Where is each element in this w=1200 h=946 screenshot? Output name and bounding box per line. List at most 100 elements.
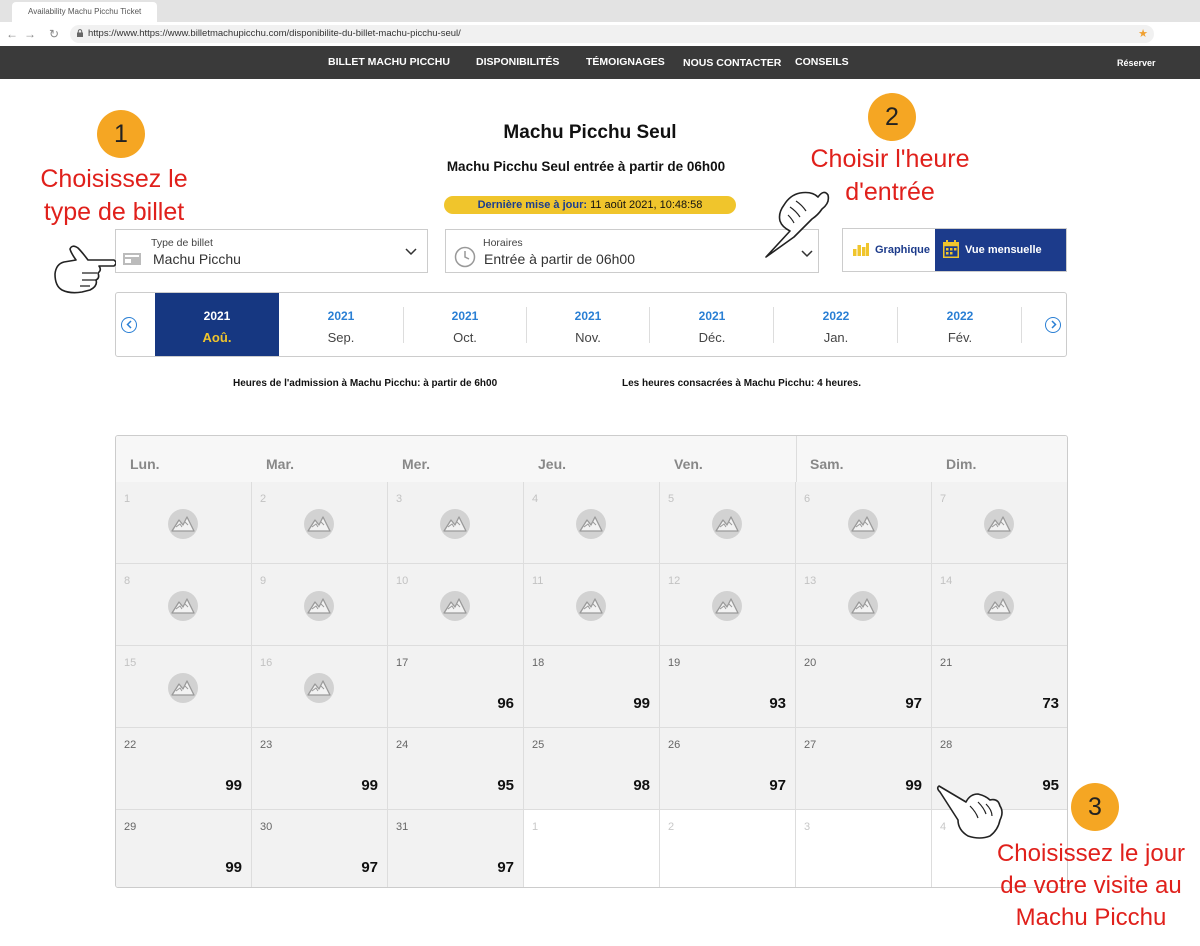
- day-number: 18: [532, 657, 545, 669]
- calendar-day-available[interactable]: 29 99: [116, 810, 252, 887]
- available-tickets-count: 95: [497, 777, 514, 794]
- calendar-day-available[interactable]: 24 95: [388, 728, 524, 810]
- nav-nous-contacter[interactable]: NOUS CONTACTER: [683, 57, 781, 69]
- calendar-day-available[interactable]: 26 97: [660, 728, 796, 810]
- month-year: 2021: [203, 309, 231, 323]
- mountain-icon: [440, 591, 470, 621]
- previous-month-button[interactable]: [121, 317, 137, 333]
- nav-temoignages[interactable]: TÉMOIGNAGES: [586, 56, 665, 68]
- month-tab-2021-nov[interactable]: 2021 Nov.: [526, 293, 650, 356]
- month-tab-2022-fev[interactable]: 2022 Fév.: [898, 293, 1022, 356]
- available-tickets-count: 99: [361, 777, 378, 794]
- calendar-day-outside-month: 1: [524, 810, 660, 887]
- day-number: 13: [804, 575, 817, 587]
- day-number: 29: [124, 821, 137, 833]
- bookmark-star-icon[interactable]: ★: [1138, 25, 1148, 43]
- mountain-icon: [304, 591, 334, 621]
- day-number: 26: [668, 739, 681, 751]
- calendar-day-available[interactable]: 27 99: [796, 728, 932, 810]
- calendar-day-outside-month: 3: [796, 810, 932, 887]
- calendar-day-disabled: 6: [796, 482, 932, 564]
- calendar-day-available[interactable]: 20 97: [796, 646, 932, 728]
- month-tab-2022-jan[interactable]: 2022 Jan.: [774, 293, 898, 356]
- step-3-line-3: Machu Picchu: [1015, 904, 1167, 931]
- day-number: 30: [260, 821, 273, 833]
- mountain-icon: [304, 673, 334, 703]
- browser-address-bar: ← → ↻ https://www.https://www.billetmach…: [0, 22, 1200, 47]
- nav-billet-machu-picchu[interactable]: BILLET MACHU PICCHU: [328, 56, 450, 68]
- calendar-day-available[interactable]: 30 97: [252, 810, 388, 887]
- day-number: 9: [260, 575, 267, 587]
- next-month-button[interactable]: [1045, 317, 1061, 333]
- day-number: 12: [668, 575, 681, 587]
- month-name: Fév.: [947, 330, 973, 345]
- availability-calendar: Lun. Mar. Mer. Jeu. Ven. Sam. Dim. 1 2 3 4 5 6 7 8 9 10…: [115, 435, 1068, 888]
- day-header-5: Sam.: [810, 456, 844, 472]
- browser-tab[interactable]: Availability Machu Picchu Ticket: [12, 2, 157, 22]
- day-number: 3: [396, 493, 403, 505]
- month-name: Oct.: [453, 330, 477, 345]
- available-tickets-count: 93: [769, 695, 786, 712]
- month-view-button[interactable]: Vue mensuelle: [935, 229, 1066, 271]
- mountain-icon: [984, 509, 1014, 539]
- day-number: 28: [940, 739, 953, 751]
- day-number: 7: [940, 493, 947, 505]
- graph-view-button[interactable]: Graphique: [843, 229, 935, 271]
- month-tab-2021-aou[interactable]: 2021 Aoû.: [155, 293, 279, 356]
- month-year: 2021: [698, 309, 726, 323]
- calendar-day-disabled: 2: [252, 482, 388, 564]
- month-name: Déc.: [698, 330, 726, 345]
- day-number: 21: [940, 657, 953, 669]
- nav-disponibilites[interactable]: DISPONIBILITÉS: [476, 56, 559, 68]
- last-update-badge: Dernière mise à jour: 11 août 2021, 10:4…: [444, 196, 736, 214]
- mountain-icon: [304, 509, 334, 539]
- calendar-day-available[interactable]: 21 73: [932, 646, 1067, 728]
- reserve-link[interactable]: Réserver: [1117, 58, 1156, 68]
- calendar-day-available[interactable]: 18 99: [524, 646, 660, 728]
- mountain-icon: [576, 509, 606, 539]
- day-number: 20: [804, 657, 817, 669]
- forward-arrow-icon[interactable]: →: [22, 25, 38, 43]
- ticket-type-select[interactable]: Type de billet Machu Picchu: [115, 229, 428, 273]
- url-field[interactable]: https://www.https://www.billetmachupicch…: [70, 25, 1154, 43]
- calendar-day-disabled: 3: [388, 482, 524, 564]
- available-tickets-count: 97: [769, 777, 786, 794]
- month-name: Aoû.: [202, 330, 232, 345]
- calendar-day-available[interactable]: 22 99: [116, 728, 252, 810]
- calendar-day-disabled: 12: [660, 564, 796, 646]
- month-divider: [1021, 307, 1022, 343]
- graph-view-label: Graphique: [875, 244, 931, 256]
- browser-tabstrip: Availability Machu Picchu Ticket: [0, 0, 1200, 22]
- mountain-icon: [848, 509, 878, 539]
- month-tab-2021-oct[interactable]: 2021 Oct.: [403, 293, 527, 356]
- step-2-line-1: Choisir l'heure: [810, 145, 970, 173]
- month-tab-2021-sep[interactable]: 2021 Sep.: [279, 293, 403, 356]
- calendar-day-available[interactable]: 25 98: [524, 728, 660, 810]
- step-1-badge: 1: [97, 110, 145, 158]
- month-selector: 2021 Aoû. 2021 Sep. 2021 Oct. 2021 Nov. …: [115, 292, 1067, 357]
- back-arrow-icon[interactable]: ←: [4, 25, 20, 43]
- day-number: 2: [668, 821, 675, 833]
- calendar-day-disabled: 5: [660, 482, 796, 564]
- visit-duration-text: Les heures consacrées à Machu Picchu: 4 …: [622, 378, 861, 389]
- reload-icon[interactable]: ↻: [46, 25, 62, 43]
- mountain-icon: [848, 591, 878, 621]
- calendar-day-available[interactable]: 19 93: [660, 646, 796, 728]
- calendar-day-disabled: 8: [116, 564, 252, 646]
- day-number: 1: [532, 821, 539, 833]
- calendar-day-available[interactable]: 17 96: [388, 646, 524, 728]
- month-year: 2021: [574, 309, 602, 323]
- month-tab-2021-dec[interactable]: 2021 Déc.: [650, 293, 774, 356]
- calendar-day-available[interactable]: 23 99: [252, 728, 388, 810]
- day-number: 4: [532, 493, 539, 505]
- day-header-2: Mer.: [402, 456, 431, 472]
- calendar-day-disabled: 9: [252, 564, 388, 646]
- nav-conseils[interactable]: CONSEILS: [795, 56, 849, 68]
- hours-label: Horaires: [483, 237, 523, 249]
- pointing-hand-icon: [936, 785, 1003, 839]
- day-number: 5: [668, 493, 675, 505]
- mountain-icon: [984, 591, 1014, 621]
- hours-value: Entrée à partir de 06h00: [484, 251, 635, 267]
- calendar-day-available[interactable]: 31 97: [388, 810, 524, 887]
- admission-hours-text: Heures de l'admission à Machu Picchu: à …: [233, 378, 498, 389]
